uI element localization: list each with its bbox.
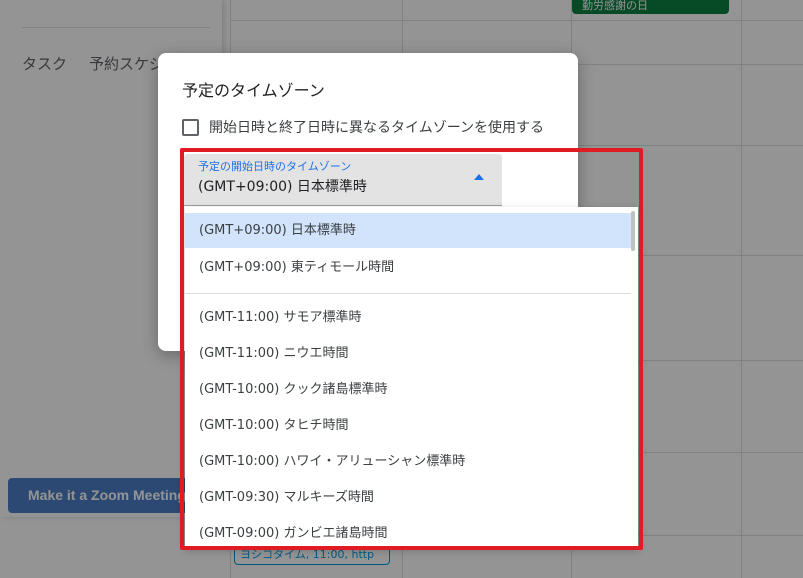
- checkbox-label: 開始日時と終了日時に異なるタイムゾーンを使用する: [209, 120, 545, 136]
- different-timezone-option[interactable]: 開始日時と終了日時に異なるタイムゾーンを使用する: [182, 117, 544, 137]
- timezone-option[interactable]: (GMT-09:30) マルキーズ時間: [185, 480, 631, 515]
- different-timezone-checkbox[interactable]: [182, 118, 199, 136]
- chevron-up-icon[interactable]: [474, 174, 484, 180]
- select-value: (GMT+09:00) 日本標準時: [198, 179, 367, 195]
- timezone-option[interactable]: (GMT-10:00) クック諸島標準時: [185, 372, 631, 407]
- start-timezone-select[interactable]: 予定の開始日時のタイムゾーン (GMT+09:00) 日本標準時: [184, 154, 502, 206]
- dialog-title: 予定のタイムゾーン: [182, 81, 325, 100]
- timezone-option[interactable]: (GMT-11:00) サモア標準時: [185, 300, 631, 335]
- option-separator: [185, 293, 631, 294]
- timezone-option[interactable]: (GMT+09:00) 東ティモール時間: [185, 250, 631, 285]
- timezone-option[interactable]: (GMT-10:00) ハワイ・アリューシャン標準時: [185, 444, 631, 479]
- timezone-dropdown: (GMT+09:00) 日本標準時 (GMT+09:00) 東ティモール時間 (…: [185, 207, 638, 547]
- dropdown-scrollbar[interactable]: [631, 211, 635, 251]
- timezone-option[interactable]: (GMT-10:00) タヒチ時間: [185, 408, 631, 443]
- timezone-option[interactable]: (GMT+09:00) 日本標準時: [185, 213, 631, 248]
- select-label: 予定の開始日時のタイムゾーン: [198, 160, 352, 173]
- timezone-option[interactable]: (GMT-11:00) ニウエ時間: [185, 336, 631, 371]
- timezone-option[interactable]: (GMT-09:00) ガンビエ諸島時間: [185, 516, 631, 547]
